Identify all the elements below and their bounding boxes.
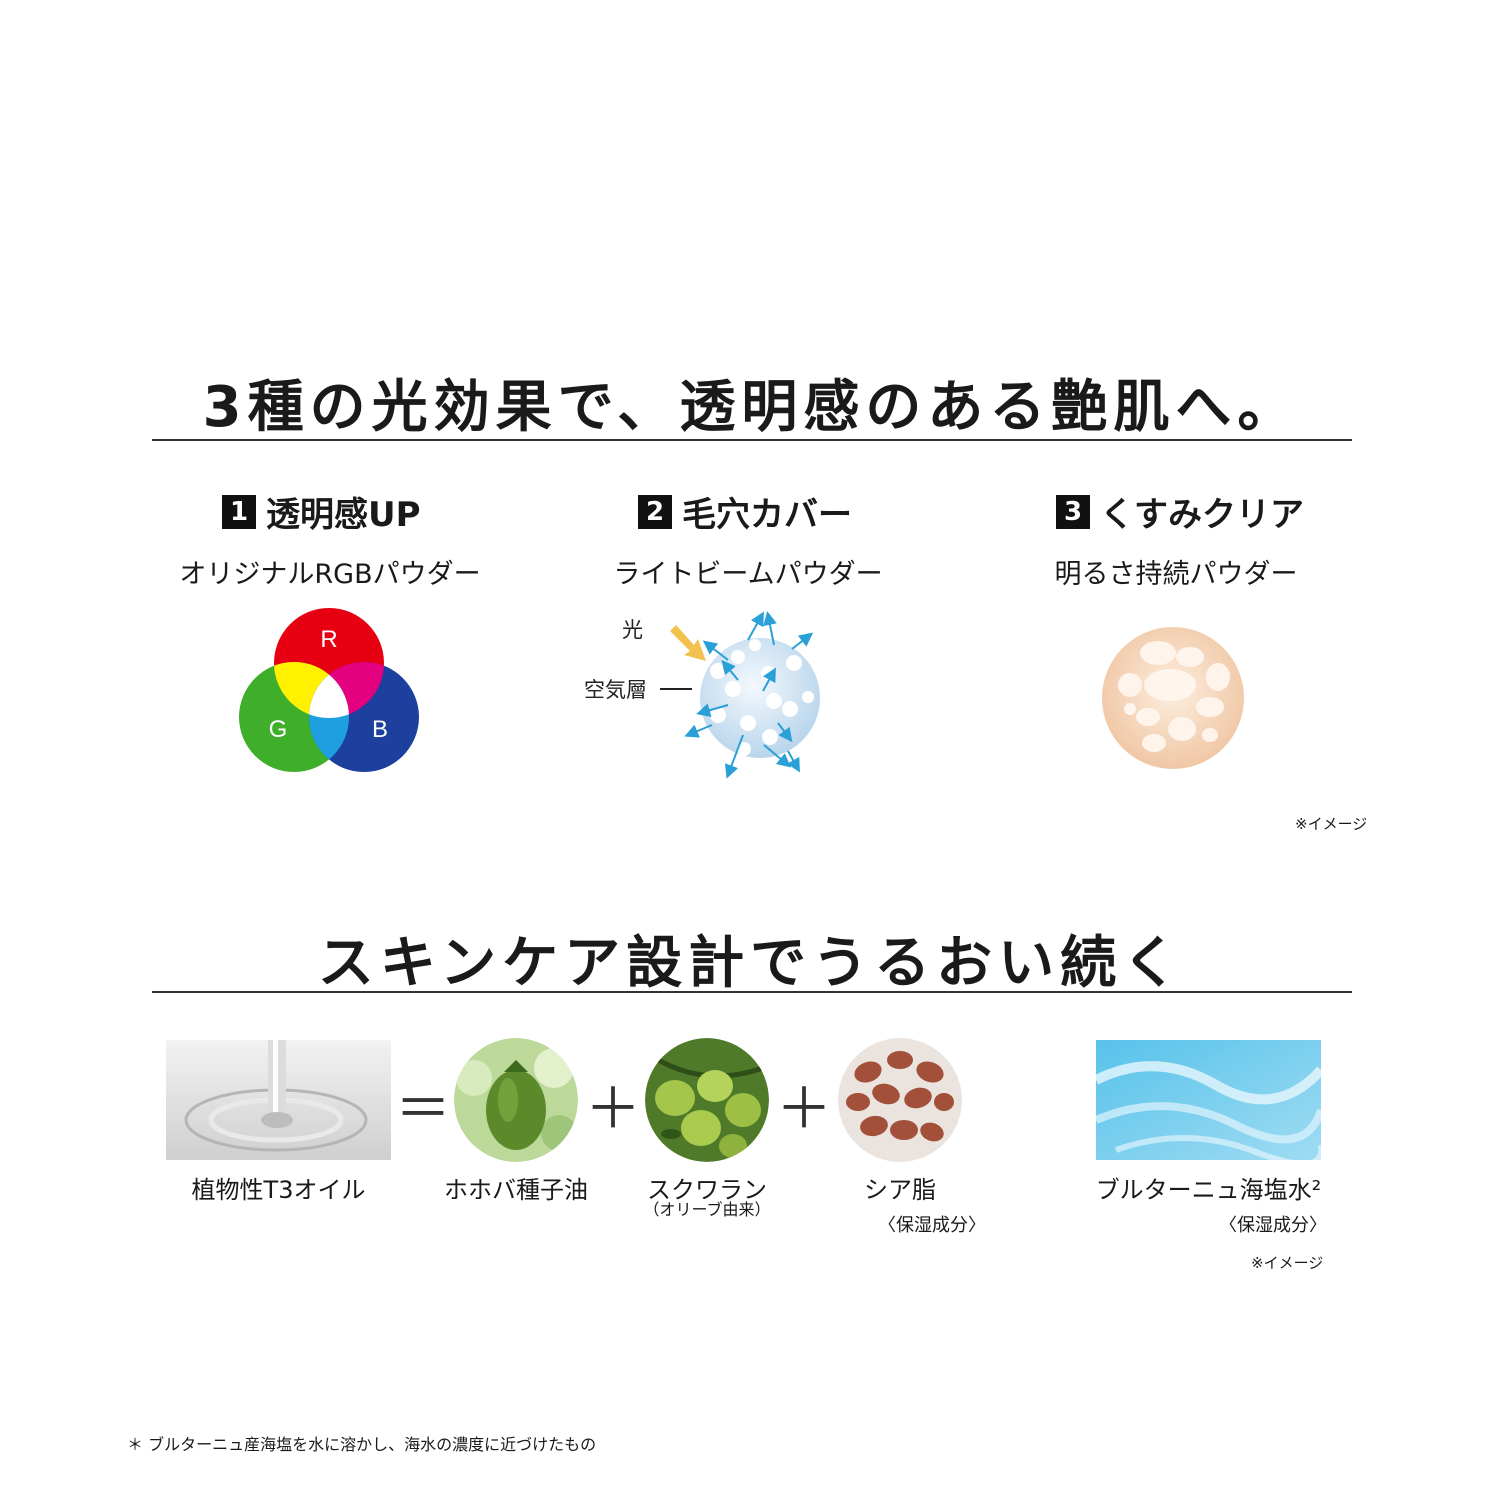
shea-nut-image — [838, 1038, 962, 1162]
air-layer-label: 空気層 — [584, 678, 647, 702]
feature-3-subtitle: 明るさ持続パウダー — [1054, 559, 1298, 590]
olive-image — [645, 1038, 769, 1162]
jojoba-seed-image — [454, 1038, 578, 1162]
light-beam-diagram: 光 空気層 — [584, 611, 820, 779]
ingredient-sub-shea: 〈保湿成分〉 — [878, 1215, 986, 1236]
plus-sign-1: ＋ — [585, 1077, 641, 1142]
oil-droplet-image — [166, 1040, 391, 1160]
feature-2-label: 毛穴カバー — [682, 495, 852, 535]
ingredient-label-jojoba: ホホバ種子油 — [444, 1176, 588, 1204]
feature-3-title: 3 くすみクリア — [1056, 487, 1304, 536]
feature-1-title: 1 透明感UP — [222, 487, 421, 536]
ingredient-label-sea-water: ブルターニュ海塩水² — [1095, 1176, 1322, 1204]
footnote: ＊ ブルターニュ産海塩を水に溶かし、海水の濃度に近づけたもの — [127, 1435, 597, 1454]
brightness-powder-sphere — [1102, 627, 1244, 769]
equals-sign: ＝ — [395, 1077, 451, 1142]
rgb-label-g: G — [269, 716, 288, 743]
feature-1-number: 1 — [222, 494, 256, 529]
feature-2-subtitle: ライトビームパウダー — [613, 559, 883, 590]
image-note-1: ※イメージ — [1295, 815, 1368, 833]
ingredient-label-shea: シア脂 — [864, 1176, 936, 1204]
rgb-label-r: R — [320, 626, 337, 653]
sea-water-image — [1096, 1040, 1321, 1160]
ingredient-sub-sea-water: 〈保湿成分〉 — [1219, 1215, 1327, 1236]
image-note-2: ※イメージ — [1251, 1254, 1324, 1272]
rgb-label-b: B — [372, 716, 388, 743]
feature-3-label: くすみクリア — [1100, 495, 1304, 535]
feature-1-subtitle: オリジナルRGBパウダー — [179, 559, 481, 590]
ingredient-label-t3-oil: 植物性T3オイル — [191, 1176, 366, 1204]
section1-divider — [152, 439, 1352, 441]
ingredient-sub-squalane: （オリーブ由来） — [643, 1200, 771, 1219]
light-arrow — [670, 625, 706, 661]
light-label: 光 — [622, 618, 643, 642]
section2-divider — [152, 991, 1352, 993]
feature-3-number: 3 — [1056, 494, 1090, 529]
feature-1-label: 透明感UP — [266, 495, 421, 535]
feature-2-title: 2 毛穴カバー — [638, 487, 852, 536]
feature-2-number: 2 — [638, 494, 672, 529]
plus-sign-2: ＋ — [776, 1077, 832, 1142]
section2-heading: スキンケア設計でうるおい続く — [317, 931, 1185, 996]
powder-sphere — [700, 638, 820, 758]
rgb-venn-diagram: R G B — [239, 608, 419, 772]
section1-heading: 3種の光効果で、透明感のある艶肌へ。 — [202, 375, 1300, 440]
